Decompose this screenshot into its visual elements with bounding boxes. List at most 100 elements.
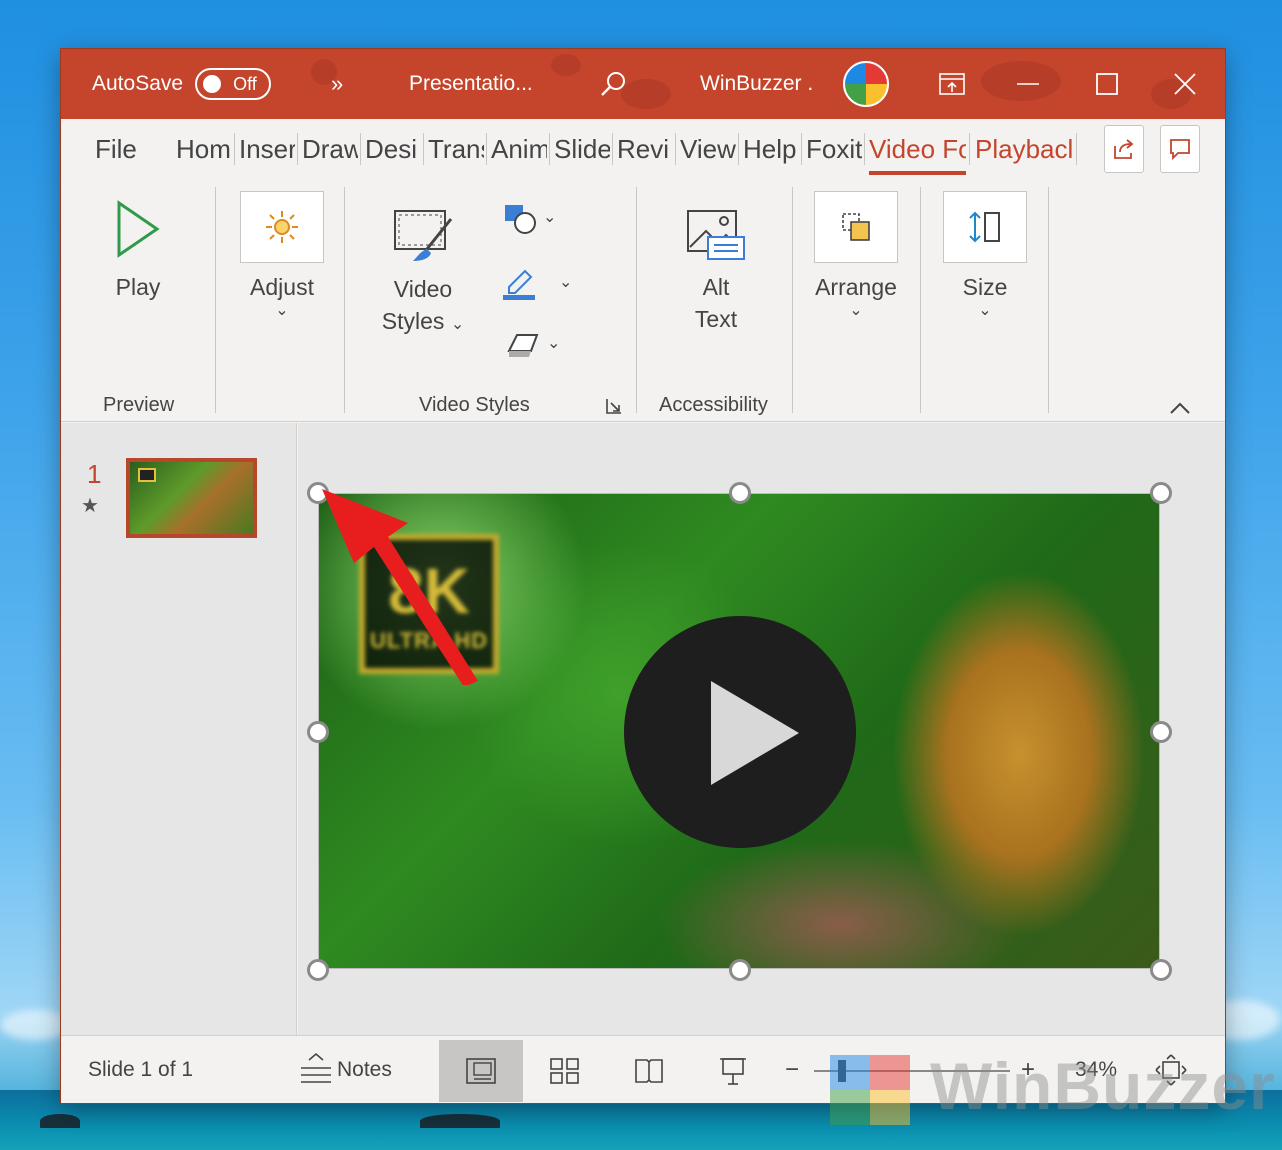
chevron-down-icon: ⌄	[849, 302, 863, 319]
alt-text-label-2: Text	[694, 306, 738, 332]
desktop-island	[40, 1114, 80, 1128]
chevron-down-icon: ⌄	[978, 302, 992, 319]
avatar	[843, 61, 889, 107]
share-icon	[1114, 139, 1134, 159]
document-title[interactable]: Presentatio...	[409, 49, 533, 119]
title-bar: AutoSave Off » Presentatio... WinBuzzer …	[61, 49, 1225, 119]
arrange-button[interactable]: Arrange ⌄	[813, 191, 899, 319]
slide-indicator-text: Slide 1 of 1	[88, 1058, 194, 1081]
chevron-down-icon: ⌄	[559, 274, 573, 291]
resize-handle-left[interactable]	[307, 721, 329, 743]
tab-foxit[interactable]: Foxit	[806, 119, 862, 179]
resize-handle-top[interactable]	[729, 482, 751, 504]
tab-transitions[interactable]: Trans	[428, 119, 484, 179]
play-button[interactable]: Play	[107, 199, 169, 303]
customize-qat-button[interactable]: »	[331, 49, 343, 119]
minimize-button[interactable]	[990, 49, 1066, 119]
resize-handle-bottom-right[interactable]	[1150, 959, 1172, 981]
comment-icon	[1170, 139, 1190, 161]
slide-thumbnail[interactable]	[126, 458, 257, 538]
autosave-toggle[interactable]: Off	[195, 68, 272, 100]
tab-design[interactable]: Desi	[365, 119, 421, 179]
maximize-button[interactable]	[1069, 49, 1145, 119]
play-icon	[711, 681, 799, 785]
tab-draw[interactable]: Draw	[302, 119, 358, 179]
video-effects-button[interactable]: ⌄	[505, 329, 565, 359]
share-button[interactable]	[1104, 125, 1144, 173]
alt-text-button[interactable]: Alt Text	[681, 203, 751, 335]
play-icon	[117, 200, 160, 258]
chevron-up-icon	[1170, 402, 1190, 414]
comments-button[interactable]	[1160, 125, 1200, 173]
group-label-preview: Preview	[103, 394, 175, 416]
adjust-icon-box	[240, 191, 324, 263]
slide-sorter-icon	[550, 1058, 579, 1084]
tab-label: Trans	[428, 133, 484, 164]
account-name[interactable]: WinBuzzer .	[700, 49, 813, 119]
video-styles-label-1: Video	[393, 276, 453, 302]
tab-label: Inser	[239, 133, 295, 164]
tab-home[interactable]: Hom	[176, 119, 232, 179]
resize-handle-bottom[interactable]	[729, 959, 751, 981]
resize-handle-top-right[interactable]	[1150, 482, 1172, 504]
search-icon	[601, 72, 625, 96]
reading-view-icon	[635, 1059, 663, 1083]
shape-icon	[505, 205, 536, 234]
tab-label: Revi	[617, 133, 670, 164]
resize-handle-bottom-left[interactable]	[307, 959, 329, 981]
dialog-launcher-icon	[606, 399, 621, 414]
search-button[interactable]	[599, 49, 629, 119]
toggle-knob	[203, 75, 222, 93]
arrange-icon	[842, 213, 870, 241]
effects-icon	[507, 334, 539, 357]
account-avatar[interactable]	[843, 49, 889, 119]
slide-thumbnails-pane: 1 ★	[61, 423, 297, 1035]
tab-label: Slide	[554, 133, 610, 164]
chevron-down-icon: ⌄	[547, 335, 561, 352]
animation-star-icon: ★	[81, 495, 99, 517]
normal-view-button[interactable]	[439, 1040, 523, 1102]
zoom-out-icon: −	[785, 1056, 800, 1083]
tab-file[interactable]: File	[95, 119, 143, 179]
video-shape-button[interactable]: ⌄	[501, 201, 561, 235]
annotation-arrow	[322, 489, 478, 685]
reading-view-button[interactable]	[607, 1040, 691, 1102]
size-button[interactable]: Size ⌄	[942, 191, 1028, 319]
video-border-button[interactable]: ⌄	[501, 265, 581, 301]
video-styles-dialog-launcher[interactable]	[605, 397, 623, 420]
adjust-button[interactable]: Adjust ⌄	[239, 191, 325, 319]
brightness-icon	[266, 211, 298, 243]
document-title-text: Presentatio...	[409, 72, 533, 95]
tab-video-format[interactable]: Video Fo	[869, 119, 966, 179]
slide-indicator[interactable]: Slide 1 of 1	[88, 1036, 193, 1104]
watermark-text: WinBuzzer	[930, 1049, 1276, 1123]
tab-insert[interactable]: Inser	[239, 119, 295, 179]
alt-text-icon	[687, 210, 745, 260]
chevron-down-icon: ⌄	[543, 209, 557, 226]
alt-text-label-1: Alt	[702, 274, 730, 300]
zoom-out-button[interactable]: −	[785, 1036, 799, 1104]
notes-label: Notes	[337, 1058, 392, 1081]
tab-label: File	[95, 133, 137, 164]
maximize-icon	[1096, 73, 1118, 95]
slide-show-button[interactable]	[691, 1040, 775, 1102]
slide-sorter-button[interactable]	[523, 1040, 607, 1102]
ribbon-display-options-button[interactable]	[914, 49, 990, 119]
video-styles-gallery-button[interactable]: Video Styles ⌄	[377, 205, 469, 337]
tab-label: View	[680, 133, 736, 164]
tab-review[interactable]: Revi	[617, 119, 673, 179]
tab-help[interactable]: Help	[743, 119, 799, 179]
arrange-icon-box	[814, 191, 898, 263]
collapse-ribbon-button[interactable]	[1169, 401, 1191, 420]
tab-view[interactable]: View	[680, 119, 736, 179]
more-commands-icon: »	[331, 71, 344, 96]
notes-button[interactable]: Notes	[299, 1036, 392, 1104]
ribbon-display-icon	[939, 73, 965, 95]
tab-playback[interactable]: Playbacl	[975, 119, 1073, 179]
tab-slide-show[interactable]: Slide	[554, 119, 610, 179]
notes-icon	[301, 1052, 331, 1083]
tab-animations[interactable]: Anim	[491, 119, 547, 179]
close-button[interactable]	[1147, 49, 1223, 119]
resize-handle-right[interactable]	[1150, 721, 1172, 743]
play-label: Play	[115, 274, 161, 300]
